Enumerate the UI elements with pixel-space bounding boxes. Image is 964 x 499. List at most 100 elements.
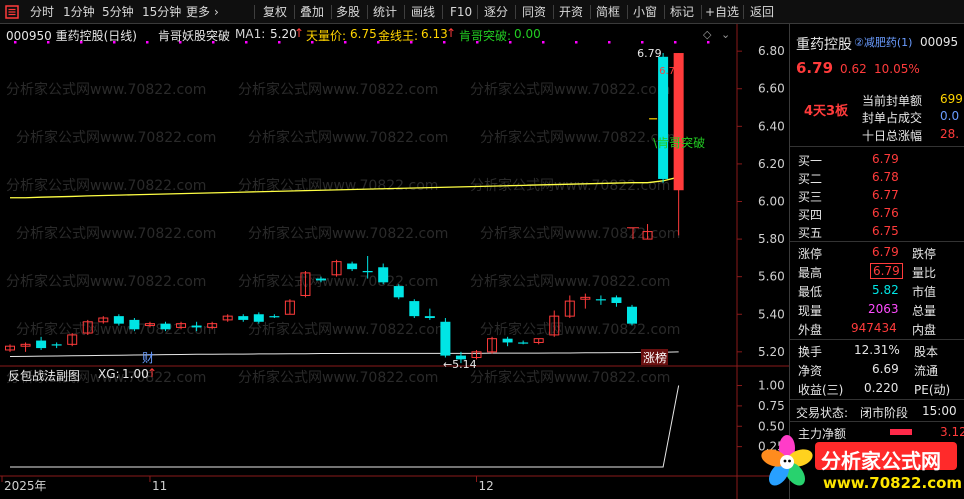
mark-button[interactable]: 标记 [670,0,694,24]
stat-label-3: 现量 [798,304,823,318]
signal-dot [608,41,611,44]
signal-dot [542,41,545,44]
bid-label-2: 买三 [798,190,823,204]
toolbar-divider [254,5,255,19]
watermark-text: 分析家公式网www.70822.com [6,177,206,194]
y-tick-label: 5.80 [758,232,785,246]
stat-value-4: 947434 [851,321,897,335]
stat2-value-1: 6.69 [872,362,899,376]
stat2-label-2: 收益(三) [798,383,844,397]
y-tick-label: 5.40 [758,307,785,321]
y-tick-label: 5.60 [758,270,785,284]
candle-body [595,299,606,301]
bid-label-0: 买一 [798,154,823,168]
toolbar-divider [367,5,368,19]
candle-body [440,321,451,356]
candle-body [129,319,140,330]
breakout-label: \肯哥突破 [653,135,705,150]
finance-marker: 财 [142,351,154,365]
stat-right-label-2: 市值 [912,285,937,299]
trade-time: 15:00 [922,404,957,418]
stock-code-name: 000950 重药控股(日线) [6,29,137,43]
chevron-down-icon[interactable]: › [214,0,219,24]
candle-body [113,316,124,324]
add-watchlist-button[interactable]: +自选 [705,0,739,24]
restore-rights-button[interactable]: 复权 [263,0,287,24]
kengge-value: 0.00 [514,27,541,41]
watermark-text: 分析家公式网www.70822.com [480,129,680,146]
toolbar-divider [743,5,744,19]
stat2-right-label-0: 股本 [914,345,939,359]
watermark-text: 分析家公式网www.70822.com [248,225,448,242]
panel-stock-code: 00095 [920,35,959,49]
toolbar-divider [331,5,332,19]
signal-dot [245,41,248,44]
multi-stock-button[interactable]: 多股 [336,0,360,24]
stat-right-label-1: 量比 [912,266,937,280]
seal-value-0: 699 [940,92,963,106]
quote-panel: 重药控股 ②减肥药(1) 00095 6.79 0.62 10.05% 当前封单… [789,24,964,499]
ma-series [9,351,679,358]
back-button[interactable]: 返回 [750,0,774,24]
price-change-pct: 10.05% [874,62,920,76]
y-tick-label: 6.00 [758,195,785,209]
tick-detail-button[interactable]: 逐分 [484,0,508,24]
stat2-right-label-2: PE(动) [914,383,951,397]
f10-button[interactable]: F10 [450,0,472,24]
candle-body [253,314,264,322]
watermark-text: 分析家公式网www.70822.com [6,81,206,98]
concept-tag[interactable]: ②减肥药(1) [854,34,912,50]
same-capital-button[interactable]: 同资 [522,0,546,24]
price-change: 0.62 [840,62,867,76]
stat-value-0: 6.79 [872,245,899,259]
toolbar-divider [701,5,702,19]
settings-icon: ◇ [703,28,712,41]
stat2-right-label-1: 流通 [914,364,939,378]
statistics-button[interactable]: 统计 [373,0,397,24]
tab-more[interactable]: 更多 [186,0,210,24]
candle-body [238,316,249,320]
draw-line-button[interactable]: 画线 [411,0,435,24]
kengge-label: 肯哥突破: [459,29,512,43]
goldline-label: 金线王: [378,29,419,43]
toolbar-divider [515,5,516,19]
seal-value-1: 0.0 [940,109,960,123]
small-window-button[interactable]: 小窗 [633,0,657,24]
high-price-label-2: 6.77 [659,66,681,77]
trade-status-value: 闭市阶段 [860,406,909,420]
panel-divider [790,339,964,340]
signal-dot [278,41,281,44]
y-tick-label: 6.80 [758,44,785,58]
stat-value-2: 5.82 [872,283,899,297]
signal-dot [146,41,149,44]
menu-icon[interactable] [5,5,19,19]
kline-chart[interactable]: 分析家公式网www.70822.com 分析家公式网www.70822.com 分析… [0,24,789,499]
tab-15min[interactable]: 15分钟 [142,0,181,24]
toolbar-divider [664,5,665,19]
stat-label-1: 最高 [798,266,823,280]
ma-value: 5.20 [270,27,297,41]
candle-body [518,342,529,344]
tab-5min[interactable]: 5分钟 [102,0,134,24]
watermark-text: 分析家公式网www.70822.com [238,81,438,98]
logo-text: 分析家公式网 [821,449,941,473]
stat2-label-0: 换手 [798,345,823,359]
overlay-button[interactable]: 叠加 [300,0,324,24]
stat-right-label-4: 内盘 [912,323,937,337]
open-capital-button[interactable]: 开资 [559,0,583,24]
simple-frame-button[interactable]: 简框 [596,0,620,24]
tab-1min[interactable]: 1分钟 [63,0,95,24]
toolbar-divider [294,5,295,19]
trade-status-label: 交易状态: [796,406,849,420]
tab-intraday[interactable]: 分时 [30,0,54,24]
signal-dot [674,41,677,44]
panel-stock-name[interactable]: 重药控股 [796,34,852,54]
x-tick-label: 11 [152,479,167,493]
signal-dot [707,41,710,44]
candle-body [191,325,202,328]
watermark-text: 分析家公式网www.70822.com [248,129,448,146]
bid-label-1: 买二 [798,172,823,186]
panel-divider [790,241,964,242]
goldline-up-arrow: ↑ [446,26,457,40]
signal-dot [443,41,446,44]
